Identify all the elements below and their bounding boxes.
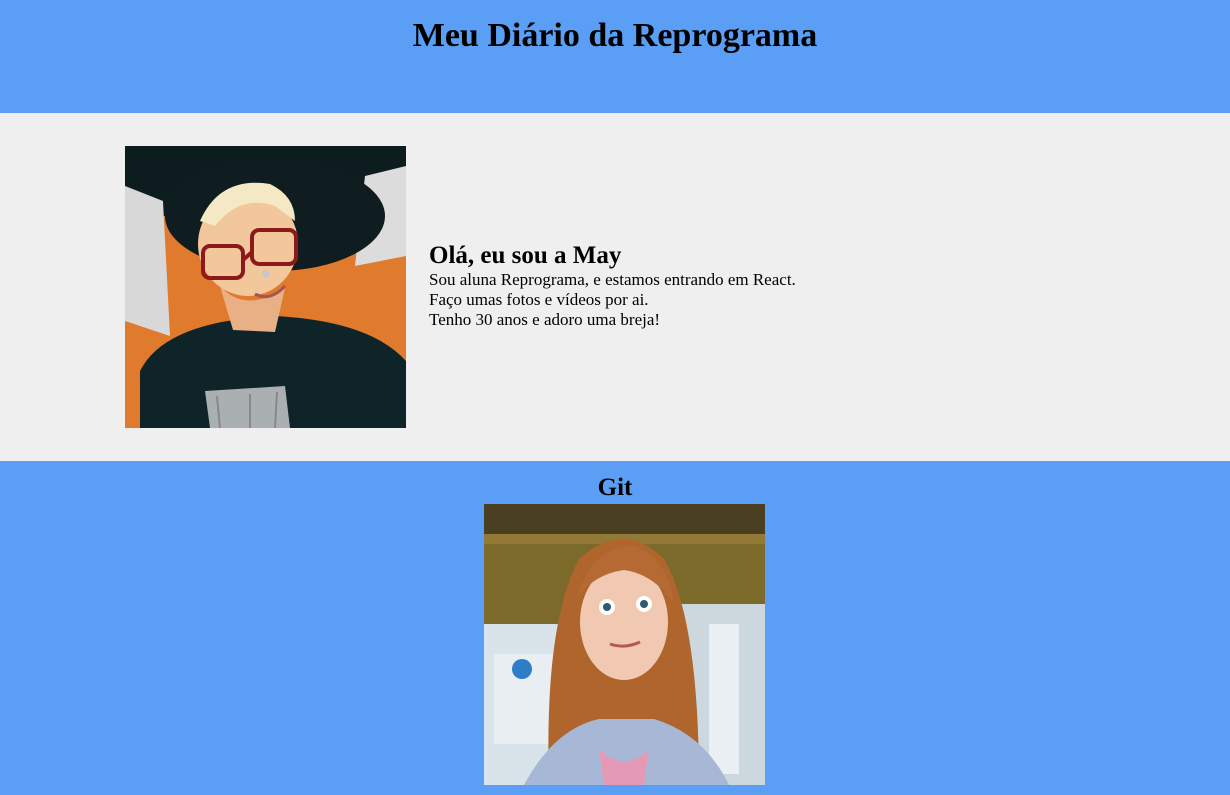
- profile-intro: Olá, eu sou a May Sou aluna Reprograma, …: [429, 242, 796, 330]
- git-section: Git: [0, 461, 1230, 795]
- page-title: Meu Diário da Reprograma: [412, 17, 818, 54]
- profile-heading: Olá, eu sou a May: [429, 242, 622, 269]
- profile-line-3: Tenho 30 anos e adoro uma breja!: [429, 310, 661, 329]
- page-header: Meu Diário da Reprograma: [0, 0, 1230, 113]
- profile-line-2: Faço umas fotos e vídeos por ai.: [429, 290, 649, 309]
- profile-line-1: Sou aluna Reprograma, e estamos entrando…: [429, 270, 796, 289]
- git-gif: [484, 504, 765, 785]
- profile-photo: [125, 146, 406, 428]
- profile-section: Olá, eu sou a May Sou aluna Reprograma, …: [0, 113, 1230, 461]
- git-heading: Git: [597, 474, 633, 501]
